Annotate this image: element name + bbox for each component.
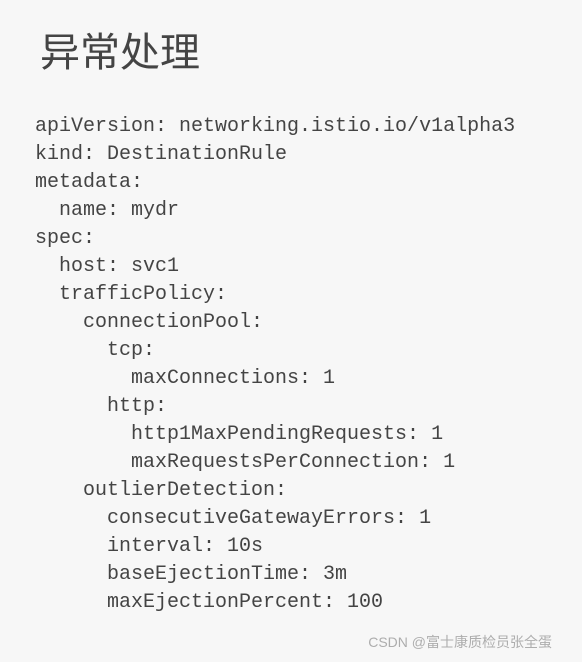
code-line: interval: 10s: [35, 535, 263, 558]
code-line: name: mydr: [35, 199, 179, 222]
watermark: CSDN @富士康质检员张全蛋: [368, 632, 552, 652]
code-line: consecutiveGatewayErrors: 1: [35, 507, 431, 530]
code-line: trafficPolicy:: [35, 283, 227, 306]
yaml-code-block: apiVersion: networking.istio.io/v1alpha3…: [35, 113, 547, 617]
code-line: baseEjectionTime: 3m: [35, 563, 347, 586]
page-title: 异常处理: [40, 20, 547, 78]
code-line: metadata:: [35, 171, 143, 194]
code-line: http1MaxPendingRequests: 1: [35, 423, 443, 446]
code-line: host: svc1: [35, 255, 179, 278]
code-line: maxConnections: 1: [35, 367, 335, 390]
code-line: kind: DestinationRule: [35, 143, 287, 166]
code-line: maxRequestsPerConnection: 1: [35, 451, 455, 474]
code-line: apiVersion: networking.istio.io/v1alpha3: [35, 115, 515, 138]
code-line: outlierDetection:: [35, 479, 287, 502]
code-line: maxEjectionPercent: 100: [35, 591, 383, 614]
code-line: http:: [35, 395, 167, 418]
code-line: tcp:: [35, 339, 155, 362]
code-line: connectionPool:: [35, 311, 263, 334]
code-line: spec:: [35, 227, 95, 250]
